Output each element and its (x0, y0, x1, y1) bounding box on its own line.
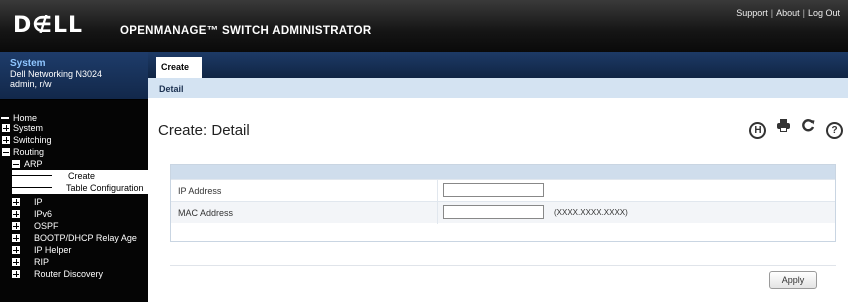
refresh-icon[interactable] (800, 118, 817, 135)
expand-icon[interactable] (2, 136, 10, 144)
question-icon[interactable]: ? (826, 122, 843, 139)
app-title: OPENMANAGE™ SWITCH ADMINISTRATOR (120, 25, 372, 37)
tree-line (12, 187, 52, 188)
nav-item-routing[interactable]: Routing (0, 146, 148, 158)
mac-format-hint: (XXXX.XXXX.XXXX) (554, 208, 628, 217)
apply-button[interactable]: Apply (769, 271, 817, 289)
header-bar: D∉LL OPENMANAGE™ SWITCH ADMINISTRATOR Su… (0, 0, 848, 52)
nav-item-table-configuration[interactable]: Table Configuration (12, 182, 148, 194)
nav-item-system[interactable]: System (0, 122, 148, 134)
mac-address-row: MAC Address (XXXX.XXXX.XXXX) (171, 201, 835, 224)
nav-item-switching[interactable]: Switching (0, 134, 148, 146)
nav-item-create[interactable]: Create (12, 170, 148, 182)
nav-item-rip[interactable]: RIP (0, 256, 148, 268)
expand-icon[interactable] (12, 198, 20, 206)
collapse-icon[interactable] (12, 160, 20, 168)
expand-icon[interactable] (12, 270, 20, 278)
sidebar: System Dell Networking N3024 admin, r/w … (0, 52, 148, 302)
support-link[interactable]: Support (736, 8, 768, 18)
nav-item-ip-helper[interactable]: IP Helper (0, 244, 148, 256)
form-header (171, 165, 835, 179)
detail-form: IP Address MAC Address (XXXX.XXXX.XXXX) (170, 164, 836, 242)
tab-bar: Create (148, 52, 848, 78)
expand-icon[interactable] (12, 258, 20, 266)
page-toolbar: H ? (743, 118, 843, 140)
print-icon[interactable] (775, 118, 792, 135)
collapse-icon[interactable] (2, 148, 10, 156)
home-icon (1, 117, 9, 119)
system-model: Dell Networking N3024 (10, 69, 103, 79)
expand-icon[interactable] (2, 124, 10, 132)
system-user: admin, r/w (10, 79, 52, 89)
expand-icon[interactable] (12, 222, 20, 230)
subtab-detail[interactable]: Detail (159, 84, 184, 94)
mac-address-input[interactable] (443, 205, 544, 219)
nav-item-ospf[interactable]: OSPF (0, 220, 148, 232)
nav-item-arp[interactable]: ARP (0, 158, 148, 170)
column-divider (437, 202, 438, 224)
page-title: Create: Detail (158, 122, 250, 139)
expand-icon[interactable] (12, 234, 20, 242)
about-link[interactable]: About (776, 8, 800, 18)
nav-item-bootp-dhcp[interactable]: BOOTP/DHCP Relay Age (0, 232, 148, 244)
dell-logo: D∉LL (13, 13, 84, 38)
tree-line (12, 175, 52, 176)
logout-link[interactable]: Log Out (808, 8, 840, 18)
top-links: Support | About | Log Out (736, 8, 840, 18)
system-title: System (10, 58, 46, 69)
nav-item-ipv6[interactable]: IPv6 (0, 208, 148, 220)
ip-address-label: IP Address (178, 186, 222, 196)
system-info: System Dell Networking N3024 admin, r/w (0, 52, 148, 100)
mac-address-label: MAC Address (178, 208, 234, 218)
tab-create[interactable]: Create (156, 57, 202, 78)
expand-icon[interactable] (12, 246, 20, 254)
main-content: Create Detail Create: Detail H ? IP Addr… (148, 52, 848, 302)
expand-icon[interactable] (12, 210, 20, 218)
help-h-icon[interactable]: H (749, 122, 767, 139)
nav-item-ip[interactable]: IP (0, 196, 148, 208)
ip-address-input[interactable] (443, 183, 544, 197)
divider-line (170, 265, 836, 266)
column-divider (437, 180, 438, 202)
subtab-bar: Detail (148, 78, 848, 98)
ip-address-row: IP Address (171, 179, 835, 202)
nav-item-router-discovery[interactable]: Router Discovery (0, 268, 148, 280)
